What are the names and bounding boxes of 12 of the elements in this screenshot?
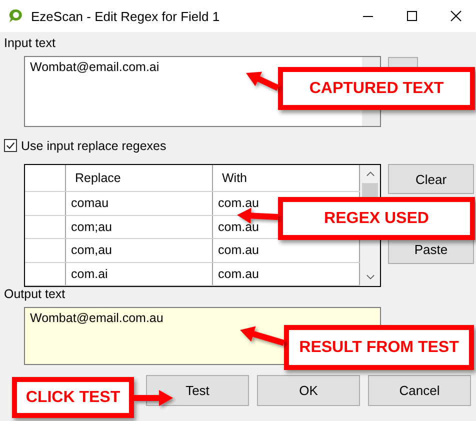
checkbox-label: Use input replace regexes: [21, 138, 166, 152]
annotation-tooltip: CLICK TEST: [12, 377, 134, 418]
output-label: Output text: [4, 287, 66, 303]
window-title: EzeScan - Edit Regex for Field 1: [31, 8, 220, 24]
table-cell: com;au: [66, 216, 213, 238]
annotation-tooltip: RESULT FROM TEST: [284, 325, 474, 370]
table-cell: com,au: [66, 239, 213, 262]
annotation-tooltip: CAPTURED TEXT: [278, 67, 475, 110]
table-cell: com.ai: [66, 262, 213, 285]
input-label: Input text: [4, 36, 56, 52]
annotation-tooltip: REGEX USED: [278, 197, 475, 240]
table-cell: comau: [66, 192, 213, 215]
